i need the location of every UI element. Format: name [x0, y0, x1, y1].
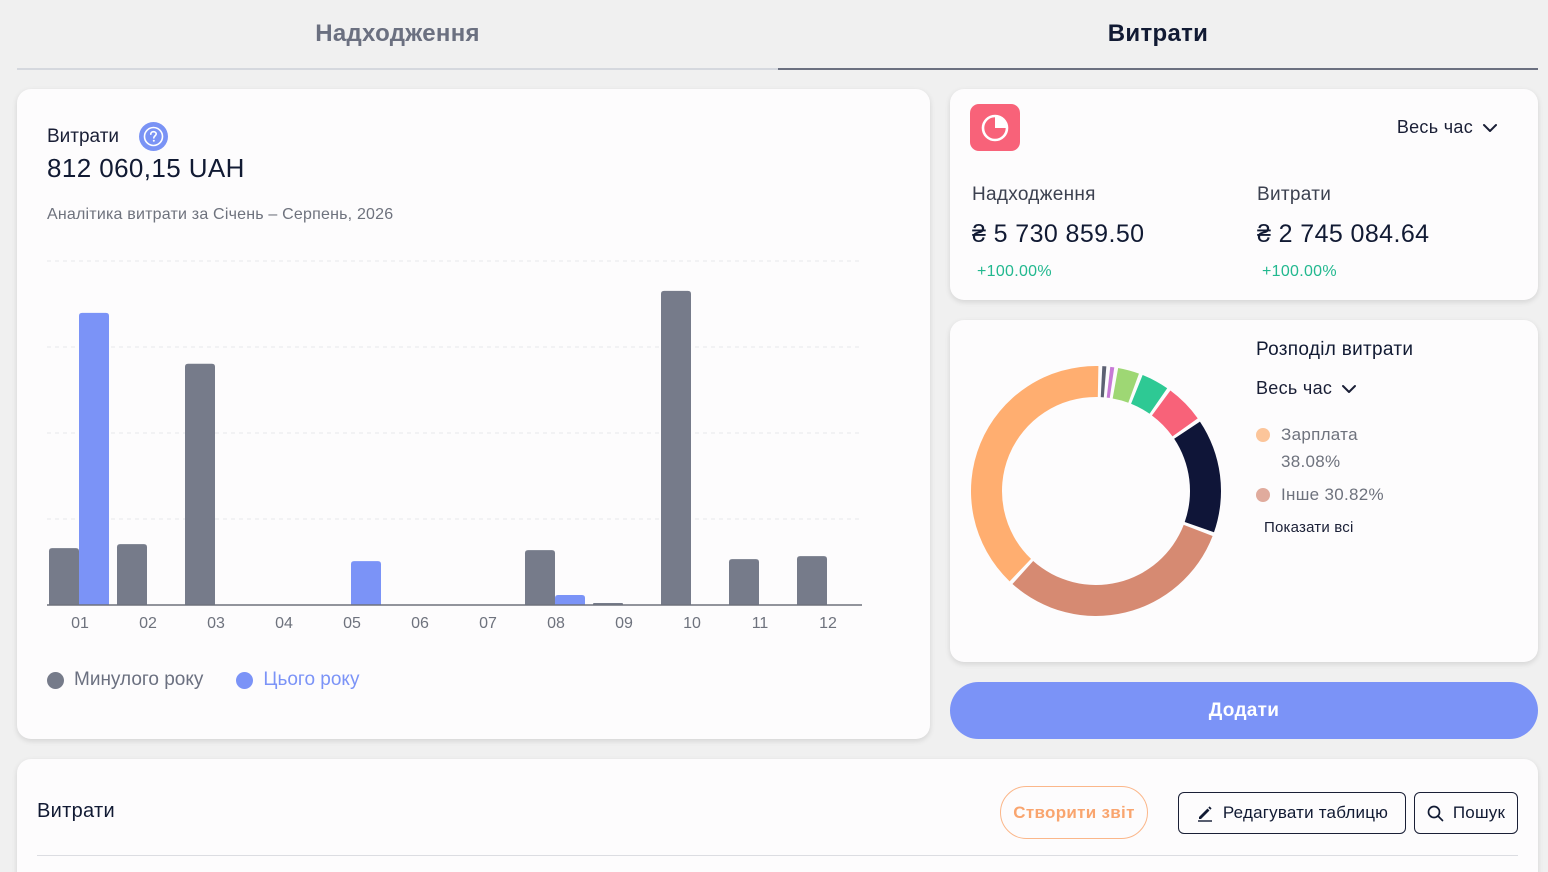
- donut-segment[interactable]: [971, 366, 1099, 582]
- bar-last-year-08[interactable]: [525, 550, 555, 605]
- summary-period-select[interactable]: Весь час: [1397, 117, 1498, 138]
- income-label: Надходження: [972, 184, 1096, 205]
- bar-last-year-01[interactable]: [49, 548, 79, 605]
- bar-this-year-01[interactable]: [79, 312, 109, 605]
- pencil-icon: [1197, 806, 1212, 822]
- expense-change: +100.00%: [1262, 263, 1337, 280]
- legend-value-salary: 38.08%: [1281, 452, 1341, 471]
- donut-segment[interactable]: [1174, 421, 1221, 533]
- create-report-button[interactable]: Створити звіт: [1000, 786, 1148, 839]
- x-tick-label: 01: [71, 615, 89, 632]
- table-divider: [37, 855, 1518, 856]
- bar-last-year-10[interactable]: [661, 290, 691, 605]
- donut-segment[interactable]: [1100, 366, 1107, 398]
- distribution-legend-salary: Зарплата 38.08%: [1256, 425, 1358, 472]
- legend-label-salary: Зарплата: [1281, 425, 1358, 444]
- table-title: Витрати: [37, 800, 115, 822]
- expense-stat: Витрати ₴ 2 745 084.64 +100.00%: [1257, 184, 1429, 281]
- x-tick-label: 03: [207, 615, 225, 632]
- x-tick-label: 04: [275, 615, 293, 632]
- summary-card: Весь час Надходження ₴ 5 730 859.50 +100…: [950, 89, 1538, 300]
- bar-last-year-11[interactable]: [729, 559, 759, 605]
- chevron-down-icon: [1483, 123, 1497, 132]
- bar-last-year-12[interactable]: [797, 556, 827, 605]
- legend-label-last-year: Минулого року: [74, 669, 204, 690]
- legend-label-this-year: Цього року: [263, 669, 360, 690]
- expenses-chart-card: Витрати 812 060,15 UAH Аналітика витрати…: [17, 89, 930, 739]
- bar-last-year-03[interactable]: [185, 363, 215, 605]
- donut-segment[interactable]: [1106, 366, 1115, 399]
- bar-chart: 01 02 03 04 05 06 07 08 09 10 11 12: [47, 260, 862, 632]
- chevron-down-icon: [1342, 384, 1357, 393]
- distribution-legend-other: Інше 30.82%: [1256, 485, 1384, 505]
- legend-value-other: 30.82%: [1324, 485, 1384, 504]
- distribution-period-select[interactable]: Весь час: [1256, 378, 1357, 399]
- expense-label: Витрати: [1257, 184, 1332, 205]
- x-tick-label: 09: [615, 615, 633, 632]
- donut-segment[interactable]: [1012, 524, 1213, 616]
- income-stat: Надходження ₴ 5 730 859.50 +100.00%: [972, 184, 1144, 281]
- x-tick-label: 02: [139, 615, 157, 632]
- income-change: +100.00%: [977, 263, 1052, 280]
- tab-expenses[interactable]: Витрати: [778, 0, 1538, 70]
- show-all-link[interactable]: Показати всі: [1264, 519, 1354, 536]
- distribution-card: Розподіл витрати Весь час Зарплата 38.08…: [950, 320, 1538, 662]
- x-tick-label: 11: [752, 615, 769, 632]
- income-value: ₴ 5 730 859.50: [972, 220, 1145, 248]
- legend-dot-salary: [1256, 428, 1270, 442]
- expense-value: ₴ 2 745 084.64: [1257, 220, 1430, 248]
- bar-this-year-05[interactable]: [351, 561, 381, 605]
- x-tick-label: 08: [547, 615, 565, 632]
- x-tick-label: 12: [819, 615, 837, 632]
- edit-table-label: Редагувати таблицю: [1222, 803, 1389, 822]
- add-button[interactable]: Додати: [950, 682, 1538, 739]
- x-tick-label: 06: [411, 615, 429, 632]
- pie-chart-icon: [970, 104, 1020, 151]
- donut-chart: [971, 366, 1221, 616]
- x-tick-label: 10: [683, 615, 701, 632]
- distribution-title: Розподіл витрати: [1256, 339, 1414, 360]
- distribution-period-label: Весь час: [1256, 378, 1333, 398]
- legend-dot-other: [1256, 488, 1270, 502]
- legend-dot-last-year: [47, 671, 64, 689]
- tab-bar: Надходження Витрати: [17, 0, 1538, 70]
- search-label: Пошук: [1452, 803, 1506, 822]
- x-tick-label: 07: [479, 615, 497, 632]
- legend-item-this-year[interactable]: Цього року: [236, 669, 359, 691]
- search-icon: [1427, 805, 1444, 821]
- legend-dot-this-year: [236, 671, 254, 689]
- edit-table-button[interactable]: Редагувати таблицю: [1178, 792, 1406, 834]
- expenses-table-card: Витрати Створити звіт Редагувати таблицю…: [17, 759, 1538, 872]
- search-button[interactable]: Пошук: [1414, 792, 1518, 834]
- bar-this-year-08[interactable]: [555, 595, 585, 605]
- chart-legend: Минулого року Цього року: [47, 669, 392, 691]
- legend-item-last-year[interactable]: Минулого року: [47, 669, 203, 691]
- tab-income[interactable]: Надходження: [17, 0, 778, 70]
- summary-period-label: Весь час: [1396, 117, 1473, 137]
- x-tick-label: 05: [343, 615, 361, 632]
- bar-last-year-02[interactable]: [117, 544, 147, 605]
